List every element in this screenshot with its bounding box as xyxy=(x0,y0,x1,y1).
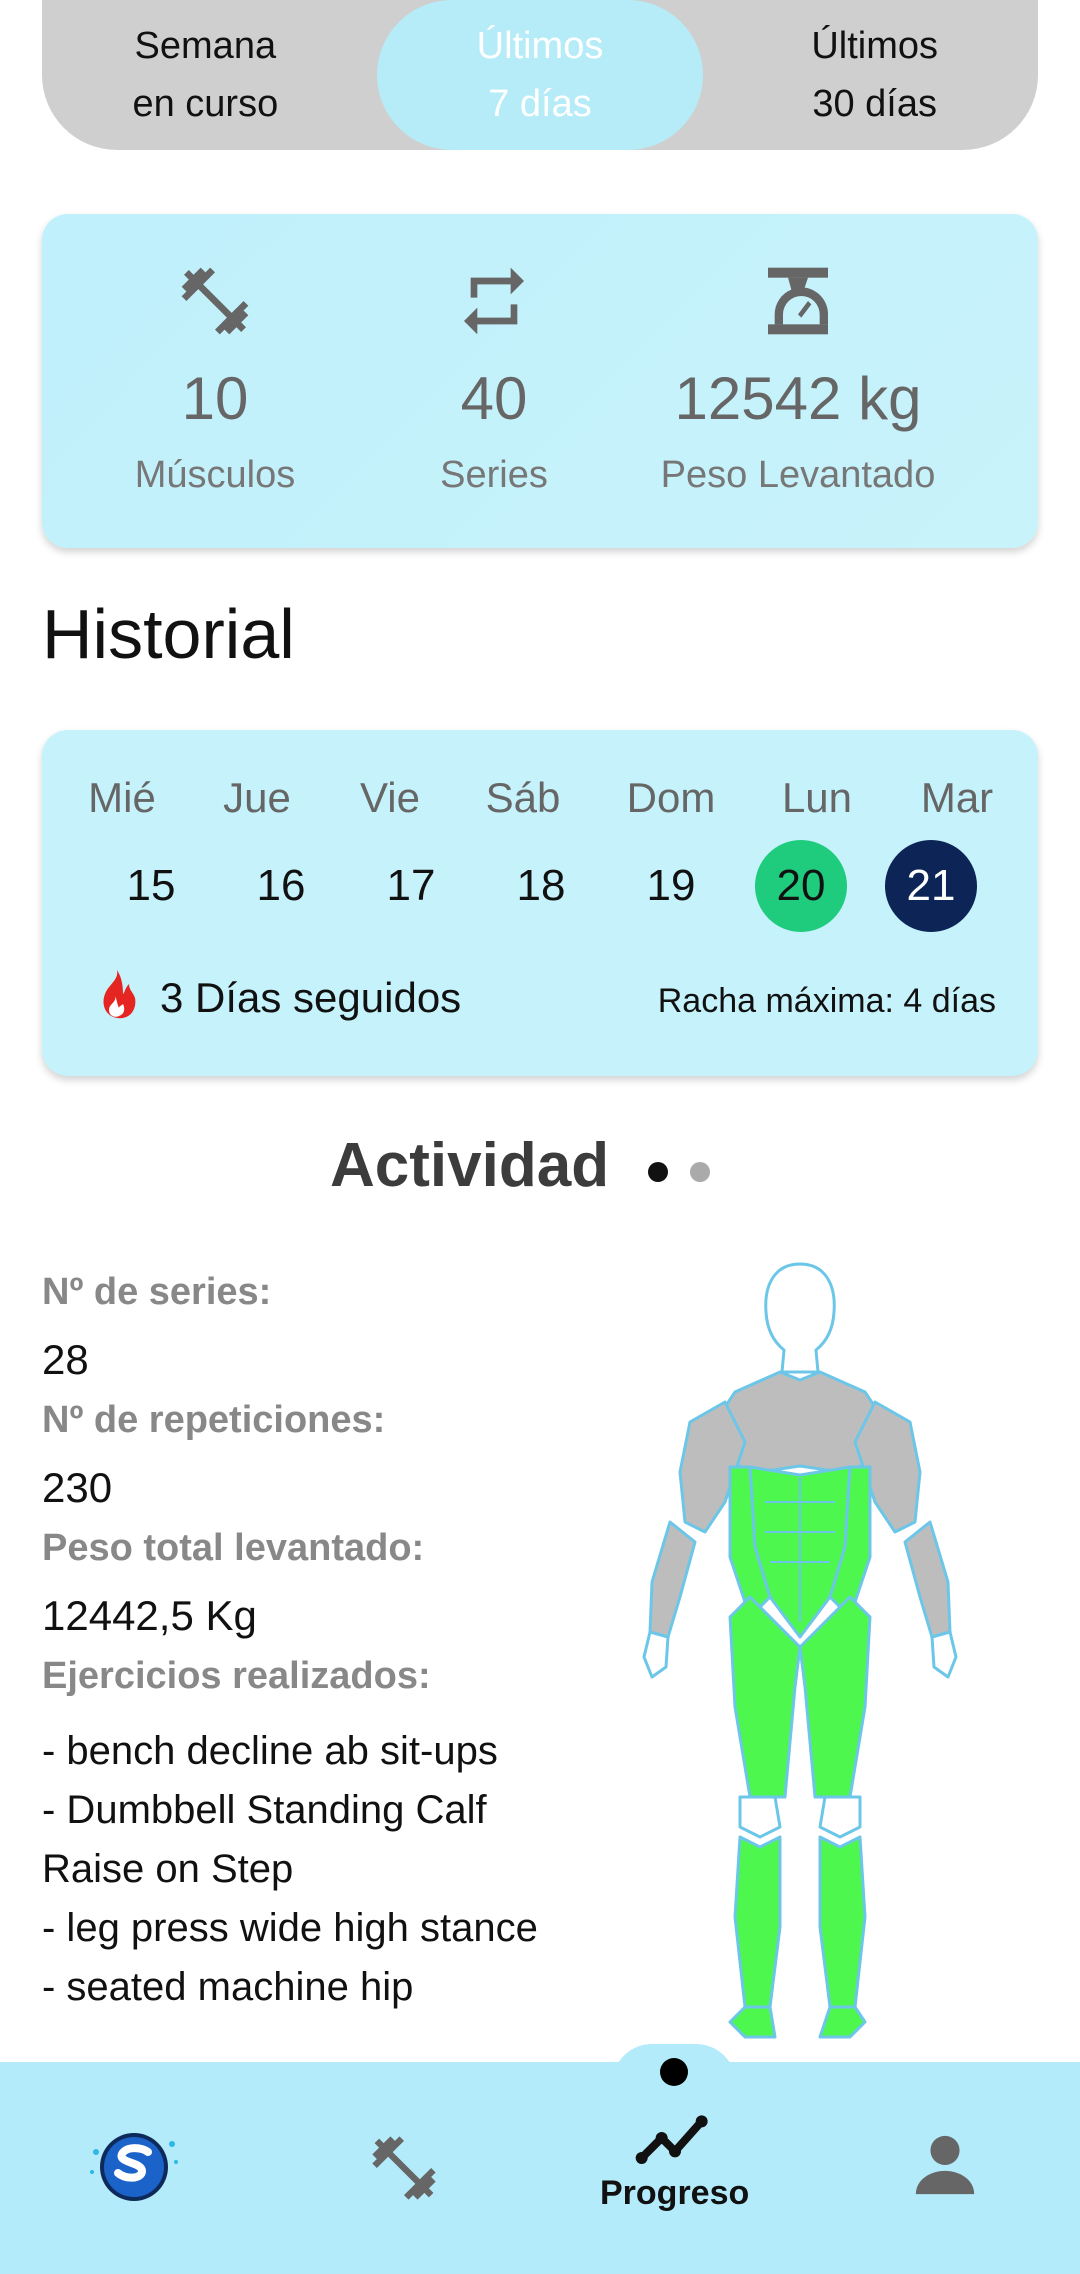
total-weight-value: 12442,5 Kg xyxy=(42,1592,257,1639)
nav-workouts[interactable] xyxy=(366,2130,442,2206)
stat-weight-lifted: 12542 kg Peso Levantado xyxy=(588,258,1008,498)
logo-icon xyxy=(90,2133,178,2201)
day-number-today[interactable]: 21 xyxy=(885,840,977,932)
activity-header: Actividad xyxy=(0,1130,1080,1210)
stat-muscles: 10 Músculos xyxy=(70,258,360,498)
day-number-row: 15 16 17 18 19 20 21 xyxy=(42,840,1038,936)
list-item: - leg press wide high stance xyxy=(42,1906,538,1950)
list-item: - bench decline ab sit-ups xyxy=(42,1729,498,1773)
day-number[interactable]: 18 xyxy=(495,840,587,932)
scale-icon xyxy=(588,258,1008,344)
history-card: Mié Jue Vie Sáb Dom Lun Mar 15 16 17 18 … xyxy=(42,730,1038,1076)
muscles-value: 10 xyxy=(181,365,249,432)
history-title: Historial xyxy=(42,595,295,673)
day-number-trained[interactable]: 20 xyxy=(755,840,847,932)
muscle-map-figure xyxy=(642,1262,958,2039)
day-number[interactable]: 17 xyxy=(365,840,457,932)
weekday-label: Sáb xyxy=(485,774,561,821)
stat-series: 40 Series xyxy=(374,258,614,498)
exercise-list: - bench decline ab sit-ups - Dumbbell St… xyxy=(42,1722,562,2058)
person-icon xyxy=(915,2135,975,2195)
streak-text: 3 Días seguidos xyxy=(160,974,462,1021)
day-number[interactable]: 16 xyxy=(235,840,327,932)
nav-profile[interactable] xyxy=(910,2130,980,2200)
total-weight-label: Peso total levantado: xyxy=(42,1527,425,1569)
tab-current-week[interactable]: Semana en curso xyxy=(42,0,369,150)
day-number[interactable]: 19 xyxy=(625,840,717,932)
tab-last-30-days[interactable]: Últimos 30 días xyxy=(711,0,1038,150)
activity-title: Actividad xyxy=(330,1131,610,1200)
weekday-label: Mar xyxy=(920,774,994,821)
day-number[interactable]: 15 xyxy=(105,840,197,932)
weekday-row: Mié Jue Vie Sáb Dom Lun Mar xyxy=(42,774,1038,834)
trend-icon xyxy=(635,2115,708,2164)
nav-progress[interactable]: Progreso xyxy=(600,2108,749,2213)
period-selector: Semana en curso Últimos 7 días Últimos 3… xyxy=(42,0,1038,150)
page-indicator-active[interactable] xyxy=(648,1162,668,1182)
flame-icon xyxy=(103,970,136,1019)
streak-indicator: 3 Días seguidos xyxy=(92,970,461,1026)
weekday-label: Jue xyxy=(223,774,291,821)
nav-progress-label: Progreso xyxy=(600,2174,750,2212)
series-count-value: 28 xyxy=(42,1336,89,1383)
summary-stats-card: 10 Músculos 40 Series 12542 kg Peso Leva… xyxy=(42,214,1038,548)
repeat-icon xyxy=(374,258,614,344)
tab-last-7-days[interactable]: Últimos 7 días xyxy=(376,0,704,150)
reps-count-label: Nº de repeticiones: xyxy=(42,1399,386,1441)
series-value: 40 xyxy=(460,365,528,432)
max-streak-text: Racha máxima: 4 días xyxy=(657,982,996,1020)
weight-value: 12542 kg xyxy=(674,365,922,432)
activity-details: Nº de series: 28 Nº de repeticiones: 230… xyxy=(42,1268,562,2058)
dumbbell-icon xyxy=(372,2136,436,2200)
dumbbell-icon xyxy=(70,258,360,344)
reps-count-value: 230 xyxy=(42,1464,113,1511)
nav-active-indicator xyxy=(660,2058,688,2086)
weekday-label: Vie xyxy=(360,774,420,821)
series-count-label: Nº de series: xyxy=(42,1271,272,1313)
nav-home[interactable] xyxy=(84,2122,184,2212)
series-label: Series xyxy=(440,454,548,496)
exercises-label: Ejercicios realizados: xyxy=(42,1655,431,1697)
page-indicator[interactable] xyxy=(690,1162,710,1182)
weekday-label: Dom xyxy=(626,774,716,821)
weekday-label: Lun xyxy=(781,774,853,821)
muscles-label: Músculos xyxy=(134,454,296,496)
list-item: - Dumbbell Standing Calf Raise on Step xyxy=(42,1788,487,1891)
weight-label: Peso Levantado xyxy=(660,454,936,496)
weekday-label: Mié xyxy=(88,774,156,821)
list-item: - seated machine hip xyxy=(42,1965,414,2009)
